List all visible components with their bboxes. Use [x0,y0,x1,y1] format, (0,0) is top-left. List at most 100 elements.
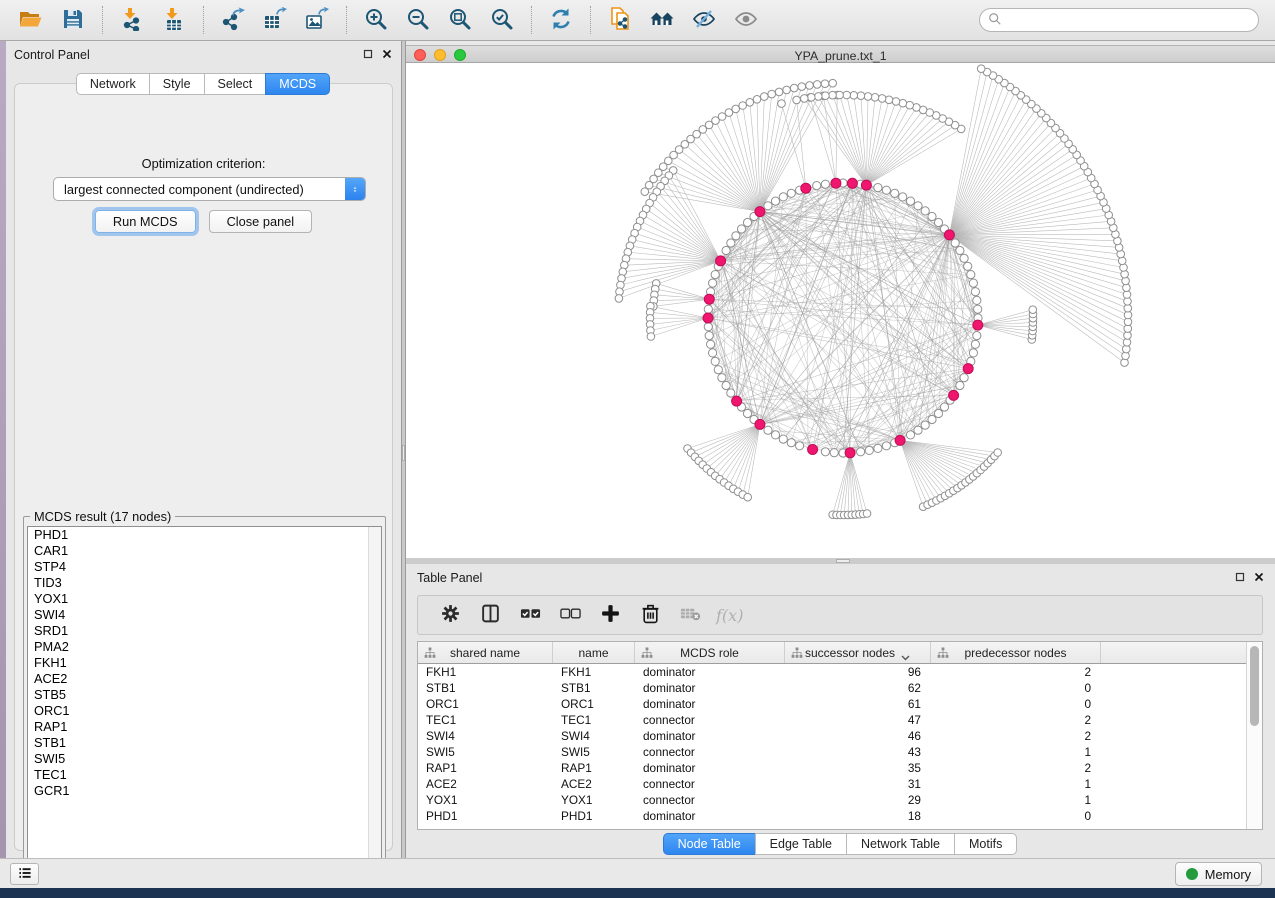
column-header-successor-nodes[interactable]: successor nodes [785,642,931,663]
table-row[interactable]: SWI5SWI5connector431 [418,744,1247,760]
cell-successor-nodes[interactable]: 35 [785,760,921,776]
mcds-result-item[interactable]: ORC1 [28,703,381,719]
float-panel-icon[interactable] [362,48,374,60]
add-row-button[interactable] [597,602,623,628]
close-panel-icon[interactable] [381,48,393,60]
cell-predecessor-nodes[interactable]: 0 [931,680,1091,696]
refresh-button[interactable] [546,5,576,35]
cell-predecessor-nodes[interactable]: 1 [931,776,1091,792]
cell-predecessor-nodes[interactable]: 2 [931,712,1091,728]
cell-mcds-role[interactable]: dominator [643,680,695,696]
mcds-result-item[interactable]: RAP1 [28,719,381,735]
cell-name[interactable]: FKH1 [561,664,591,680]
table-scrollbar[interactable] [1246,642,1262,829]
memory-button[interactable]: Memory [1175,862,1262,886]
cell-shared-name[interactable]: RAP1 [426,760,457,776]
mcds-result-item[interactable]: CAR1 [28,543,381,559]
network-canvas[interactable] [406,63,1275,558]
mcds-result-item[interactable]: SRD1 [28,623,381,639]
column-header-mcds-role[interactable]: MCDS role [635,642,785,663]
table-row[interactable]: ORC1ORC1dominator610 [418,696,1247,712]
import-table-button[interactable] [159,5,189,35]
cell-shared-name[interactable]: SWI5 [426,744,455,760]
cell-mcds-role[interactable]: dominator [643,696,695,712]
tab-edge-table[interactable]: Edge Table [755,833,847,855]
cell-mcds-role[interactable]: connector [643,776,695,792]
scrollbar-thumb[interactable] [1250,646,1259,726]
export-table-button[interactable] [260,5,290,35]
tab-network-table[interactable]: Network Table [846,833,955,855]
cell-shared-name[interactable]: ACE2 [426,776,457,792]
tab-network[interactable]: Network [76,73,150,95]
first-neighbors-button[interactable] [647,5,677,35]
open-session-button[interactable] [16,5,46,35]
show-all-button[interactable] [731,5,761,35]
import-network-button[interactable] [117,5,147,35]
cell-name[interactable]: PHD1 [561,808,592,824]
table-row[interactable]: ACE2ACE2connector311 [418,776,1247,792]
tab-select[interactable]: Select [204,73,267,95]
run-mcds-button[interactable]: Run MCDS [95,210,196,233]
zoom-out-button[interactable] [403,5,433,35]
cell-successor-nodes[interactable]: 96 [785,664,921,680]
cell-predecessor-nodes[interactable]: 2 [931,728,1091,744]
hide-selected-button[interactable] [689,5,719,35]
mcds-result-item[interactable]: STP4 [28,559,381,575]
zoom-in-button[interactable] [361,5,391,35]
save-session-button[interactable] [58,5,88,35]
cell-successor-nodes[interactable]: 43 [785,744,921,760]
table-row[interactable]: TEC1 TEC1 connector 47 2 [418,712,1247,728]
cell-shared-name[interactable]: TEC1 [426,712,456,728]
column-header-predecessor-nodes[interactable]: predecessor nodes [931,642,1101,663]
mcds-result-item[interactable]: PMA2 [28,639,381,655]
mcds-result-item[interactable]: SWI5 [28,751,381,767]
cell-mcds-role[interactable]: connector [643,712,695,728]
settings-button[interactable] [437,602,463,628]
export-image-button[interactable] [302,5,332,35]
mcds-result-list[interactable]: PHD1CAR1STP4TID3YOX1SWI4SRD1PMA2FKH1ACE2… [27,526,382,873]
column-header-shared-name[interactable]: shared name [418,642,553,663]
cell-predecessor-nodes[interactable]: 0 [931,808,1091,824]
mcds-result-item[interactable]: ACE2 [28,671,381,687]
close-panel-icon[interactable] [1253,571,1265,583]
cell-predecessor-nodes[interactable]: 1 [931,792,1091,808]
cell-name[interactable]: TEC1 [561,712,591,728]
network-titlebar[interactable]: YPA_prune.txt_1 [406,45,1275,63]
mcds-result-item[interactable]: YOX1 [28,591,381,607]
cell-successor-nodes[interactable]: 31 [785,776,921,792]
cell-mcds-role[interactable]: dominator [643,808,695,824]
list-scrollbar[interactable] [368,527,381,872]
tab-mcds[interactable]: MCDS [265,73,330,95]
cell-successor-nodes[interactable]: 18 [785,808,921,824]
optimization-dropdown[interactable]: largest connected component (undirected) [53,177,366,201]
tab-motifs[interactable]: Motifs [954,833,1017,855]
split-columns-button[interactable] [477,602,503,628]
zoom-selected-button[interactable] [487,5,517,35]
clone-network-button[interactable] [605,5,635,35]
cell-shared-name[interactable]: STB1 [426,680,456,696]
splitter-handle[interactable] [836,559,850,563]
search-input[interactable] [1007,13,1250,27]
chevron-updown-icon[interactable] [345,178,365,200]
select-all-button[interactable] [517,602,543,628]
cell-shared-name[interactable]: ORC1 [426,696,459,712]
table-row[interactable]: RAP1RAP1dominator352 [418,760,1247,776]
cell-mcds-role[interactable]: connector [643,792,695,808]
cell-mcds-role[interactable]: dominator [643,664,695,680]
cell-mcds-role[interactable]: dominator [643,728,695,744]
cell-predecessor-nodes[interactable]: 0 [931,696,1091,712]
delete-row-button[interactable] [637,602,663,628]
cell-name[interactable]: STB1 [561,680,591,696]
cell-name[interactable]: SWI4 [561,728,590,744]
mcds-result-item[interactable]: SWI4 [28,607,381,623]
cell-successor-nodes[interactable]: 62 [785,680,921,696]
cell-name[interactable]: RAP1 [561,760,592,776]
mcds-result-item[interactable]: GCR1 [28,783,381,799]
cell-successor-nodes[interactable]: 47 [785,712,921,728]
mcds-result-item[interactable]: TID3 [28,575,381,591]
cell-successor-nodes[interactable]: 61 [785,696,921,712]
cell-shared-name[interactable]: SWI4 [426,728,455,744]
zoom-fit-button[interactable] [445,5,475,35]
cell-successor-nodes[interactable]: 29 [785,792,921,808]
table-row[interactable]: SWI4SWI4dominator462 [418,728,1247,744]
